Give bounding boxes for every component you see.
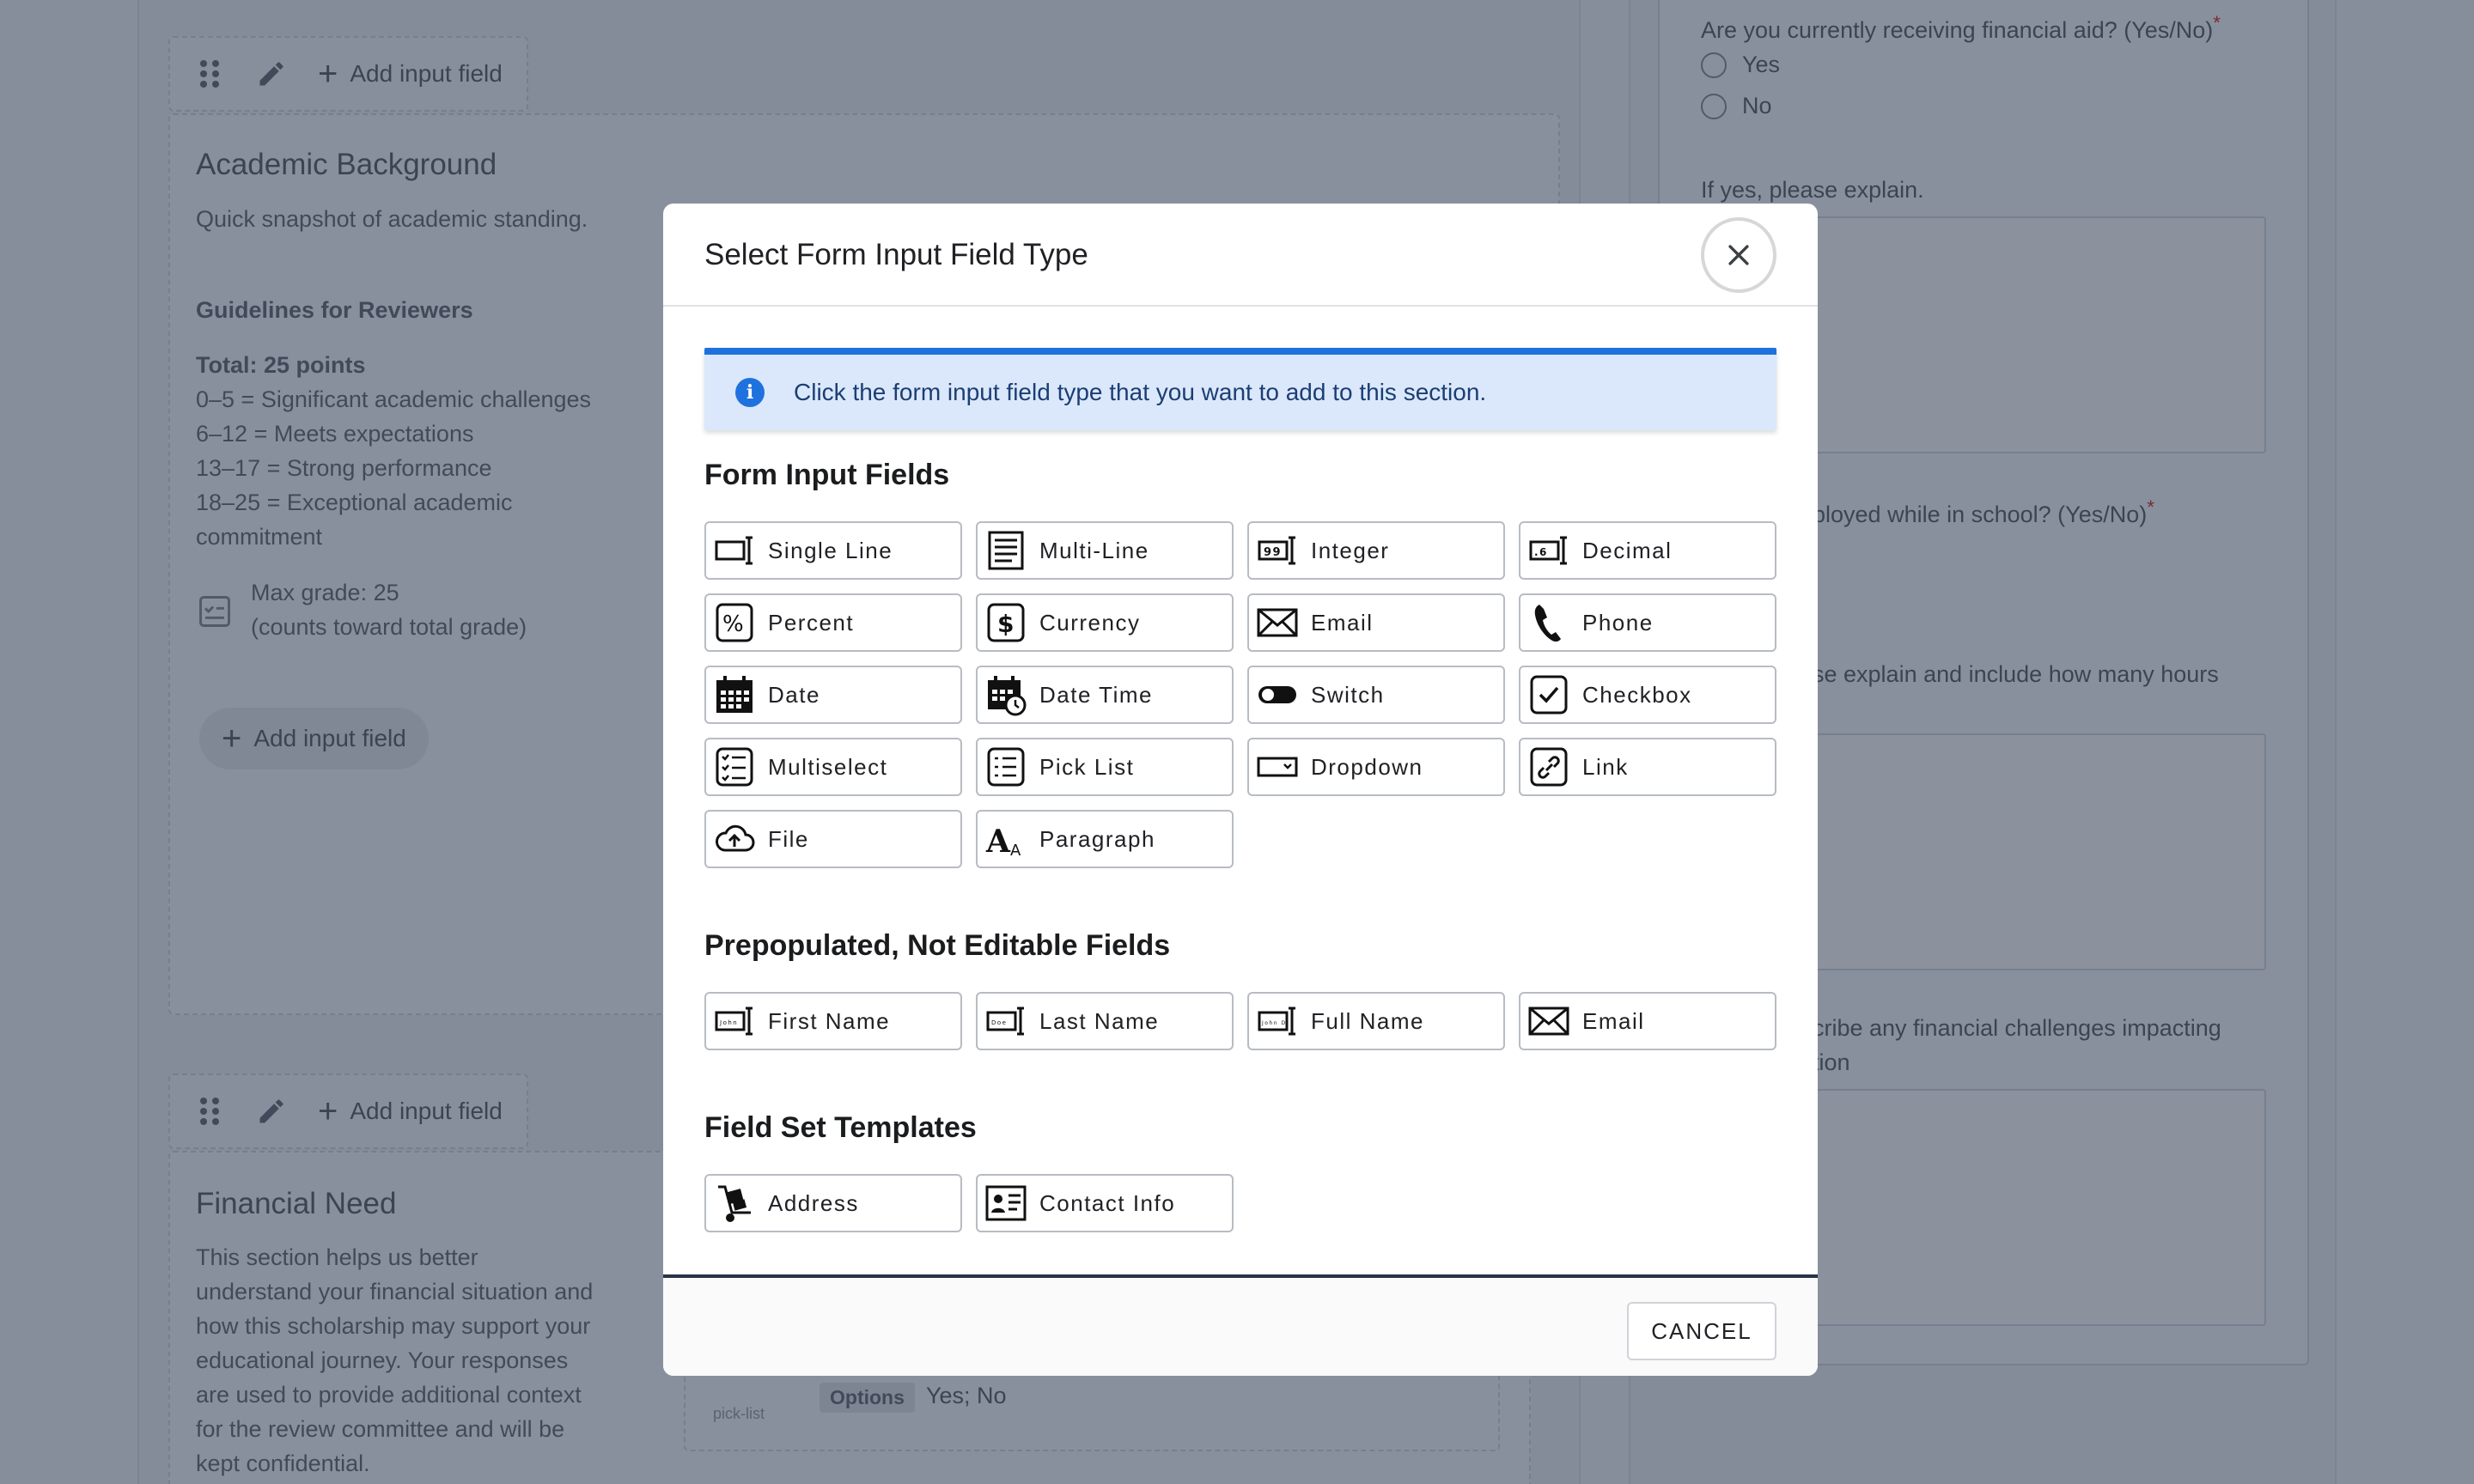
form-input-fields-heading: Form Input Fields <box>704 459 950 491</box>
integer-icon: 99 <box>1258 536 1295 565</box>
field-type-dropdown[interactable]: Dropdown <box>1247 738 1505 796</box>
templates-grid: Address Contact Info <box>704 1174 1776 1232</box>
svg-text:%: % <box>722 611 745 637</box>
field-type-pick-list[interactable]: Pick List <box>976 738 1234 796</box>
cloud-upload-icon <box>716 824 755 852</box>
svg-text:99: 99 <box>1264 546 1282 559</box>
field-type-currency[interactable]: $ Currency <box>976 593 1234 652</box>
contact-card-icon <box>985 1185 1027 1221</box>
toggle-switch-icon <box>1258 686 1296 703</box>
field-type-single-line[interactable]: Single Line <box>704 521 962 580</box>
name-field-icon: John <box>715 1007 753 1036</box>
dialog-header: Select Form Input Field Type <box>663 204 1818 307</box>
percent-icon: % <box>716 603 753 642</box>
svg-text:$: $ <box>997 610 1015 638</box>
phone-icon <box>1534 605 1561 642</box>
checkbox-icon <box>1530 675 1568 715</box>
hand-truck-icon <box>718 1185 751 1222</box>
single-line-icon <box>715 536 753 565</box>
field-type-phone[interactable]: Phone <box>1519 593 1776 652</box>
select-field-type-dialog: Select Form Input Field Type i Click the… <box>663 204 1818 1376</box>
name-field-icon: John D <box>1258 1007 1295 1036</box>
dialog-footer: CANCEL <box>663 1274 1818 1376</box>
template-address[interactable]: Address <box>704 1174 962 1232</box>
svg-text:.6: .6 <box>1534 546 1548 558</box>
cancel-button[interactable]: CANCEL <box>1627 1302 1776 1360</box>
field-type-multiselect[interactable]: Multiselect <box>704 738 962 796</box>
name-field-icon: Doe <box>986 1007 1024 1036</box>
email-icon <box>1528 1007 1569 1036</box>
close-button[interactable] <box>1701 217 1776 293</box>
prepopulated-heading: Prepopulated, Not Editable Fields <box>704 929 1171 962</box>
field-type-integer[interactable]: 99 Integer <box>1247 521 1505 580</box>
field-type-full-name[interactable]: John D Full Name <box>1247 992 1505 1050</box>
svg-text:John: John <box>719 1019 738 1026</box>
field-type-percent[interactable]: % Percent <box>704 593 962 652</box>
paragraph-text-icon: AA <box>985 824 1022 860</box>
field-type-paragraph[interactable]: A A Paragraph <box>976 810 1234 868</box>
multiselect-icon <box>716 747 753 787</box>
calendar-clock-icon <box>988 676 1027 716</box>
info-banner: i Click the form input field type that y… <box>704 348 1776 430</box>
field-type-multi-line[interactable]: Multi-Line <box>976 521 1234 580</box>
field-type-switch[interactable]: Switch <box>1247 666 1505 724</box>
field-type-file[interactable]: File <box>704 810 962 868</box>
currency-icon: $ <box>987 603 1025 642</box>
info-text: Click the form input field type that you… <box>794 379 1487 405</box>
field-type-email[interactable]: Email <box>1247 593 1505 652</box>
field-type-link[interactable]: Link <box>1519 738 1776 796</box>
email-icon <box>1257 608 1298 637</box>
pick-list-icon <box>987 747 1025 787</box>
dropdown-icon <box>1257 757 1298 777</box>
field-type-email-prepopulated[interactable]: Email <box>1519 992 1776 1050</box>
svg-text:John D: John D <box>1261 1020 1287 1026</box>
field-type-date-time[interactable]: Date Time <box>976 666 1234 724</box>
form-input-fields-grid: Single Line Multi-Line 99 Integer .6 Decim… <box>704 521 1776 868</box>
template-contact-info[interactable]: Contact Info <box>976 1174 1234 1232</box>
decimal-icon: .6 <box>1529 536 1567 565</box>
info-icon: i <box>735 378 765 407</box>
dialog-title: Select Form Input Field Type <box>704 238 1088 271</box>
svg-text:Doe: Doe <box>991 1019 1007 1026</box>
field-type-date[interactable]: Date <box>704 666 962 724</box>
field-set-templates-heading: Field Set Templates <box>704 1111 977 1144</box>
close-icon <box>1728 245 1749 265</box>
field-type-decimal[interactable]: .6 Decimal <box>1519 521 1776 580</box>
link-icon <box>1530 747 1568 787</box>
calendar-icon <box>716 676 753 713</box>
field-type-last-name[interactable]: Doe Last Name <box>976 992 1234 1050</box>
multi-line-icon <box>988 531 1024 570</box>
field-type-first-name[interactable]: John First Name <box>704 992 962 1050</box>
svg-text:A: A <box>1010 842 1022 860</box>
svg-text:A: A <box>985 824 1011 860</box>
prepopulated-grid: John First Name Doe Last Name John D Full N… <box>704 992 1776 1050</box>
field-type-checkbox[interactable]: Checkbox <box>1519 666 1776 724</box>
